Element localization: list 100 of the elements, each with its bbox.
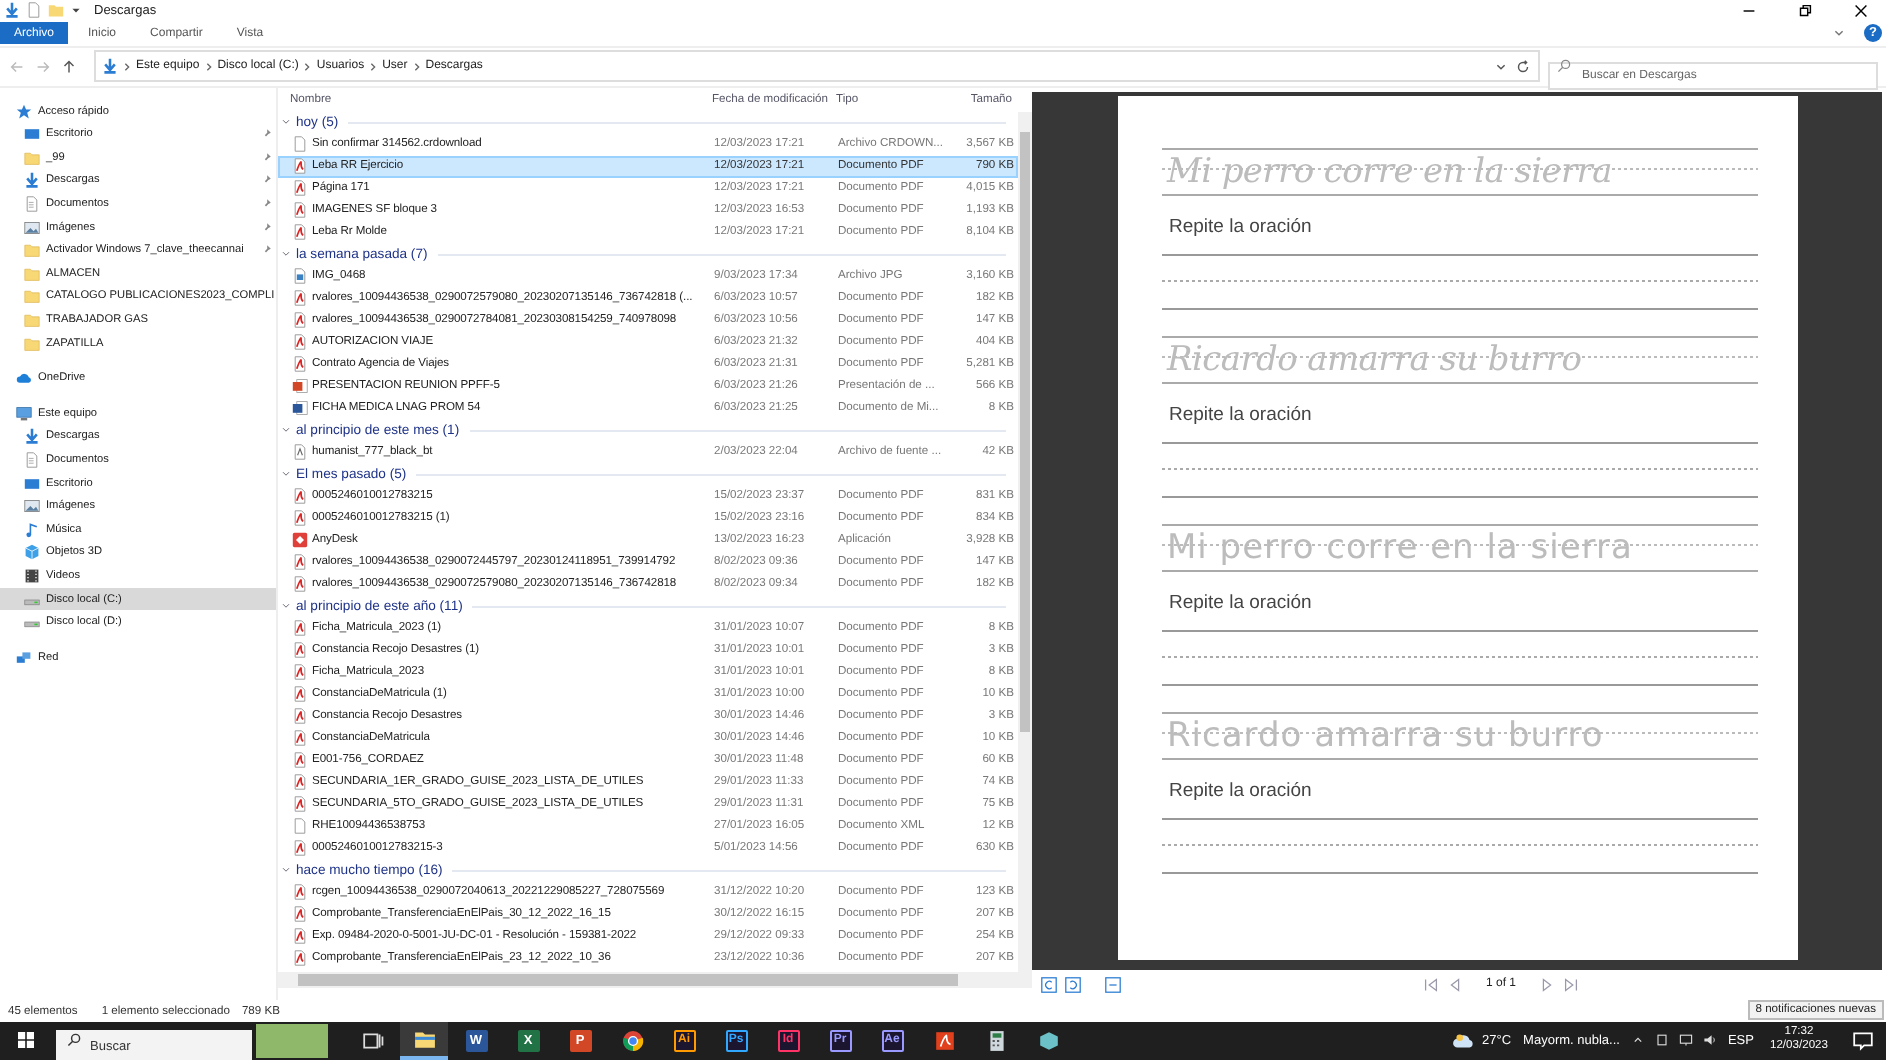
pdf-file-icon: [292, 488, 308, 505]
scrollbar[interactable]: [278, 972, 1032, 989]
drive-icon[interactable]: [1653, 1032, 1670, 1049]
chevron-down-icon[interactable]: [280, 468, 292, 481]
app-icon: [1037, 1029, 1059, 1052]
tracing-text: Ricardo amarra su burro: [1161, 711, 1757, 760]
folder-icon: [24, 149, 40, 166]
first-page-icon[interactable]: [1422, 975, 1440, 994]
picture-icon: [24, 498, 40, 515]
calculator-icon: [985, 1029, 1007, 1052]
chevron-down-icon[interactable]: [280, 116, 292, 129]
pdf-file-icon: [292, 664, 308, 681]
folder-icon: [413, 1027, 435, 1050]
refresh-icon[interactable]: [1514, 57, 1532, 76]
pdf-file-icon: [292, 620, 308, 637]
forward-arrow-icon[interactable]: [34, 57, 52, 76]
music-note-icon: [24, 521, 40, 538]
pdf-file-icon: [292, 884, 308, 901]
pin-icon[interactable]: [260, 128, 272, 141]
last-page-icon[interactable]: [1562, 975, 1581, 994]
pdf-file-icon: [292, 730, 308, 747]
pdf-file-icon: [292, 774, 308, 791]
film-icon: [24, 567, 40, 584]
document-icon: [24, 451, 40, 468]
image-file-icon: [292, 268, 308, 285]
fit-page-icon[interactable]: [1104, 975, 1122, 994]
next-page-icon[interactable]: [1538, 975, 1557, 994]
up-arrow-icon[interactable]: [60, 57, 78, 76]
notification-icon[interactable]: [1852, 1029, 1874, 1052]
instruction-text: Repite la oración: [1169, 591, 1314, 614]
cloud-icon: [16, 370, 32, 387]
pin-icon[interactable]: [260, 198, 272, 210]
cube-icon: [24, 544, 40, 561]
windows-logo-icon[interactable]: [16, 1030, 36, 1051]
instruction-text: Repite la oración: [1169, 779, 1314, 802]
pin-icon[interactable]: [260, 221, 272, 234]
search-icon: [66, 1032, 82, 1049]
scroll-thumb[interactable]: [298, 974, 958, 987]
pdf-app-icon: [933, 1029, 955, 1052]
pdf-file-icon: [292, 290, 308, 307]
pdf-file-icon: [292, 158, 308, 175]
cloud-icon[interactable]: [1452, 1029, 1475, 1052]
monitor-icon: [16, 405, 32, 422]
pdf-file-icon: [292, 576, 308, 593]
pdf-file-icon: [292, 224, 308, 241]
download-arrow-icon: [102, 58, 118, 75]
pdf-file-icon: [292, 708, 308, 725]
desktop-icon: [24, 126, 40, 143]
search-icon: [1556, 58, 1572, 75]
chevron-down-icon[interactable]: [280, 600, 292, 613]
pin-icon[interactable]: [260, 244, 272, 257]
document-icon[interactable]: [26, 2, 42, 19]
chevron-right-icon: [203, 57, 214, 76]
chevron-right-icon: [411, 57, 422, 76]
back-arrow-icon[interactable]: [8, 57, 26, 76]
download-arrow-icon: [24, 172, 40, 189]
taskbar-button[interactable]: [400, 1021, 448, 1060]
chevron-down-icon[interactable]: [280, 864, 292, 877]
pdf-file-icon: [292, 928, 308, 945]
scrollbar[interactable]: [1018, 111, 1032, 973]
pin-icon[interactable]: [260, 174, 272, 187]
document-icon: [24, 196, 40, 212]
pdf-file-icon: [292, 906, 308, 923]
pdf-file-icon: [292, 686, 308, 703]
rotate-right-icon[interactable]: [1064, 975, 1082, 994]
pdf-file-icon: [292, 752, 308, 769]
pdf-file-icon: [292, 796, 308, 813]
rotate-left-icon[interactable]: [1040, 975, 1058, 994]
chevron-right-icon: [368, 57, 379, 76]
blank-file-icon: [292, 818, 308, 835]
chevron-down-icon[interactable]: [280, 248, 292, 261]
volume-icon[interactable]: [1701, 1032, 1718, 1049]
picture-icon: [24, 219, 40, 236]
pdf-file-icon: [292, 554, 308, 571]
pdf-file-icon: [292, 334, 308, 351]
pdf-file-icon: [292, 840, 308, 857]
instruction-text: Repite la oración: [1169, 403, 1314, 426]
restore-icon[interactable]: [1796, 1, 1814, 20]
pdf-file-icon: [292, 180, 308, 197]
chevron-down-icon[interactable]: [280, 424, 292, 437]
instruction-text: Repite la oración: [1169, 215, 1314, 238]
pdf-file-icon: [292, 312, 308, 329]
pin-icon[interactable]: [260, 151, 272, 164]
scroll-thumb[interactable]: [1020, 131, 1030, 732]
chevron-right-icon: [122, 57, 132, 76]
chevron-right-icon: [302, 57, 313, 76]
download-arrow-icon[interactable]: [4, 2, 20, 19]
app-icon: [292, 532, 308, 549]
monitor-icon[interactable]: [1677, 1032, 1694, 1049]
pdf-file-icon: [292, 642, 308, 659]
pdf-file-icon: [292, 510, 308, 527]
previous-page-icon[interactable]: [1446, 975, 1464, 994]
photo-placeholder: [256, 1023, 328, 1058]
slides-file-icon: [292, 378, 308, 395]
task-view-icon: [361, 1029, 383, 1052]
download-arrow-icon: [24, 428, 40, 445]
desktop-icon: [24, 475, 40, 492]
star-icon: [16, 103, 32, 120]
pdf-file-icon: [292, 202, 308, 219]
close-icon[interactable]: [1852, 1, 1870, 20]
